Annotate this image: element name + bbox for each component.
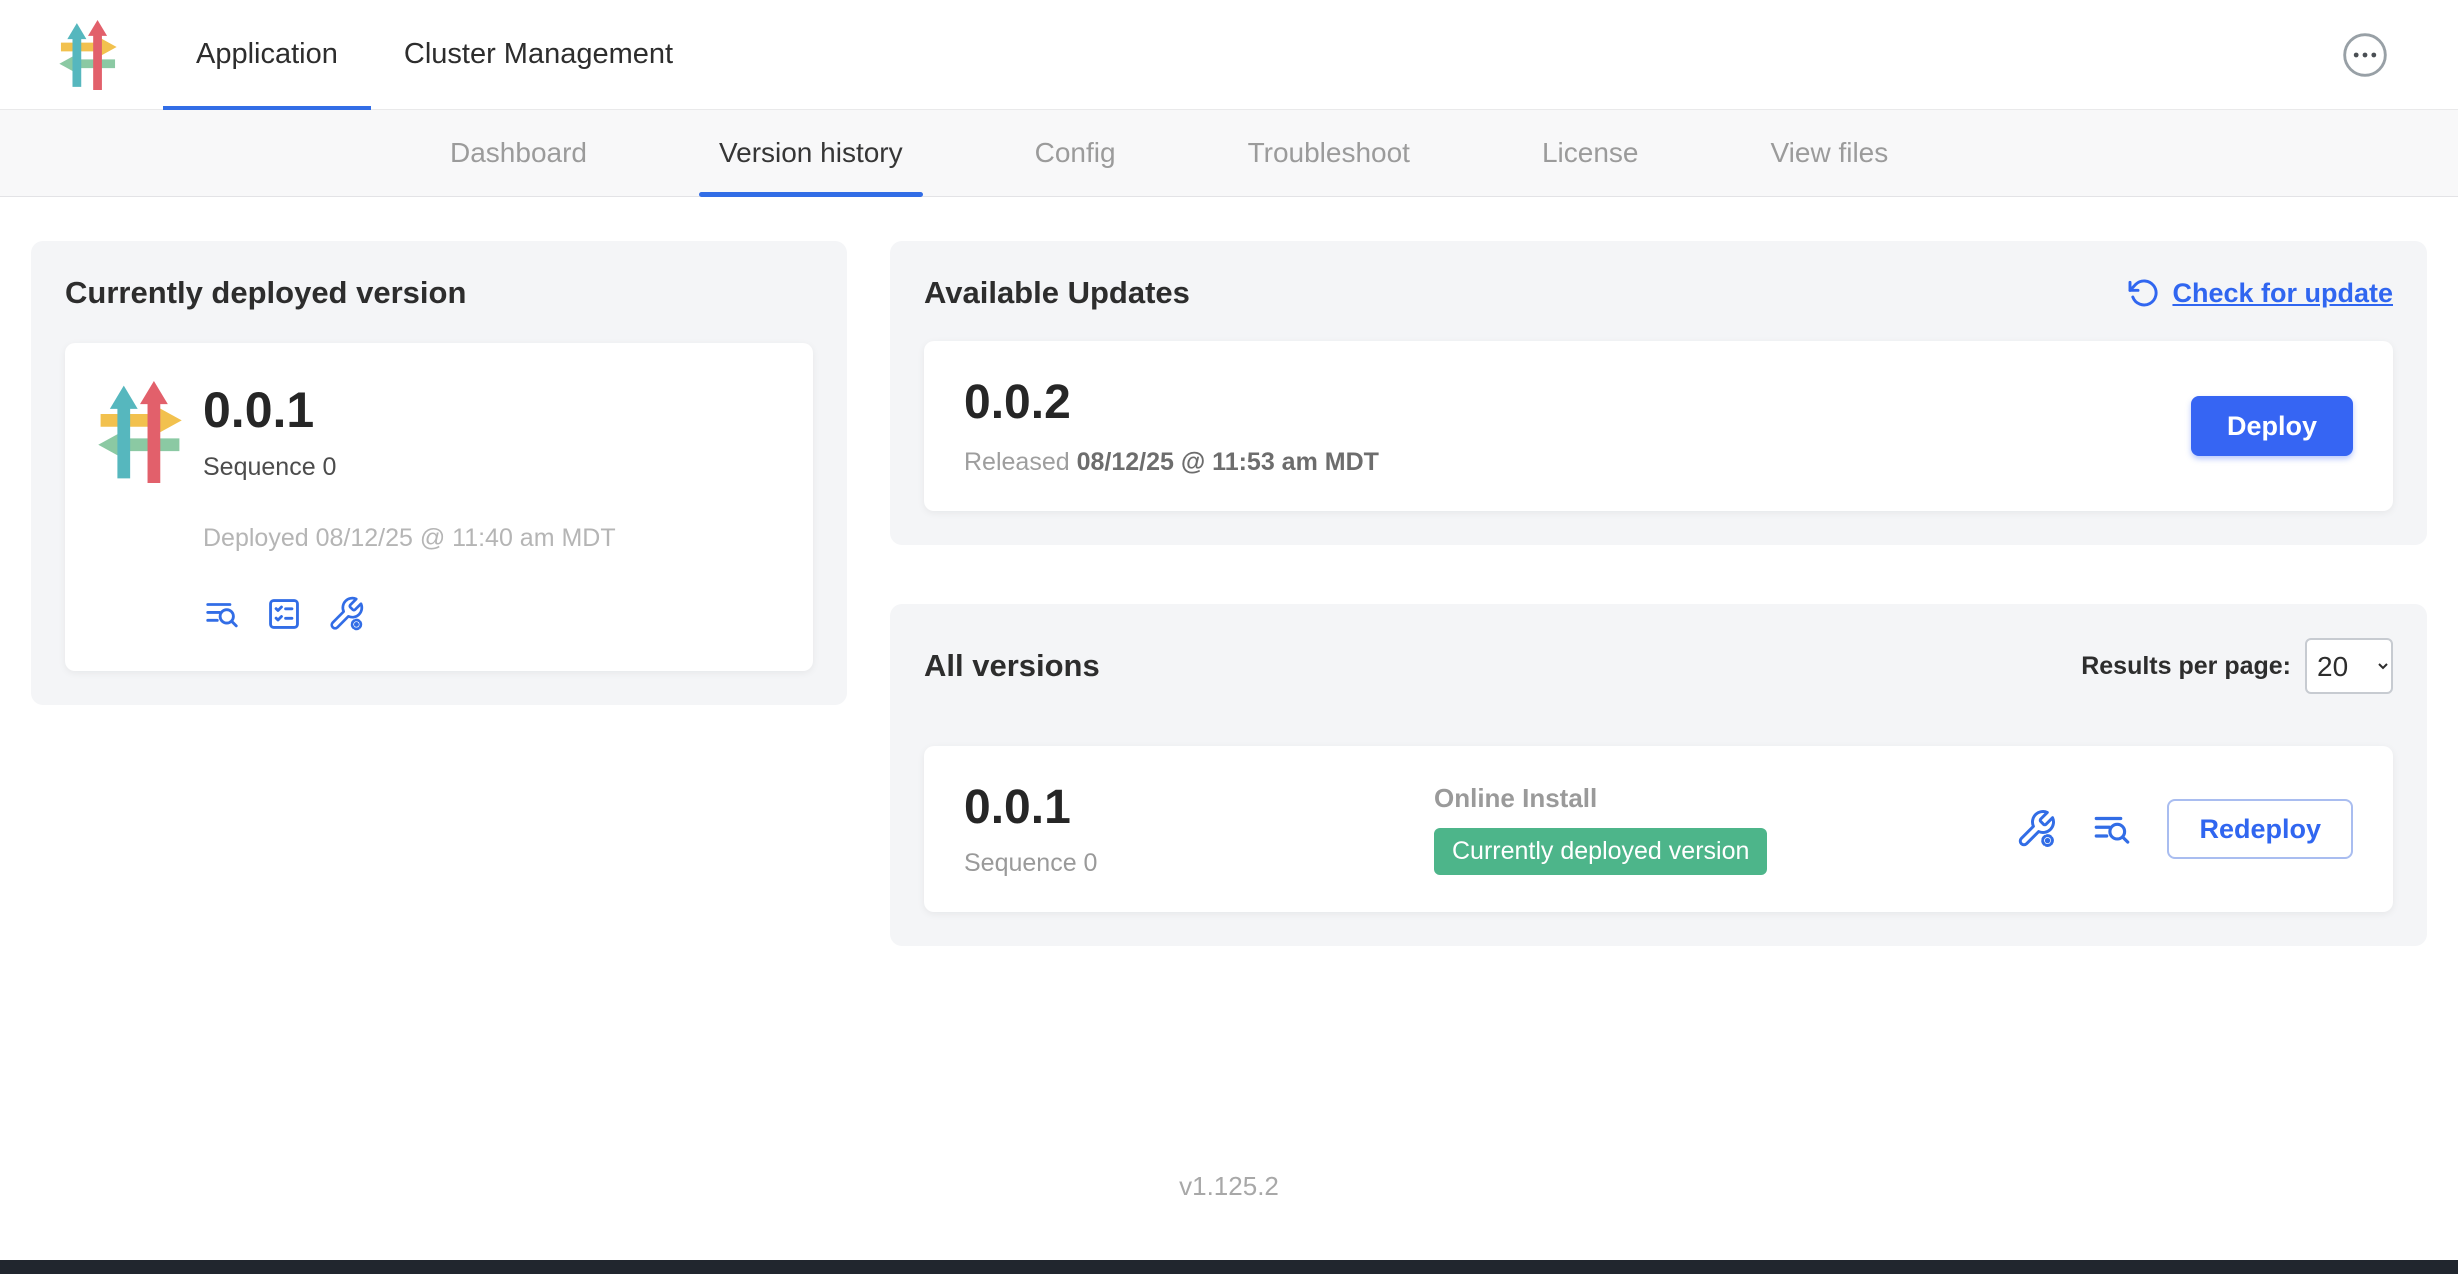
install-type-label: Online Install (1434, 783, 2015, 814)
all-versions-header: All versions Results per page: 20 (924, 638, 2393, 694)
update-details: 0.0.2 Released 08/12/25 @ 11:53 am MDT (964, 375, 1379, 477)
header-tab-cluster-management-label: Cluster Management (404, 38, 673, 71)
deployed-version-number: 0.0.1 (203, 381, 616, 439)
currently-deployed-panel: Currently deployed version 0.0.1 (31, 241, 847, 705)
subnav-tab-dashboard[interactable]: Dashboard (430, 110, 607, 196)
all-versions-title: All versions (924, 648, 1100, 684)
status-badge: Currently deployed version (1434, 828, 1767, 875)
subnav-tab-dashboard-label: Dashboard (450, 137, 587, 169)
console-version: v1.125.2 (0, 1171, 2458, 1202)
app-logo-icon (56, 20, 120, 90)
check-for-update-link[interactable]: Check for update (2128, 277, 2393, 309)
subnav-tab-config-label: Config (1035, 137, 1116, 169)
released-date: 08/12/25 @ 11:53 am MDT (1077, 448, 1379, 476)
available-updates-panel: Available Updates Check for update 0.0.2… (890, 241, 2427, 545)
subnav-tab-config[interactable]: Config (1015, 110, 1136, 196)
available-updates-title: Available Updates (924, 275, 1190, 311)
top-header: Application Cluster Management (0, 0, 2458, 110)
check-for-update-label: Check for update (2172, 278, 2393, 309)
results-per-page-label: Results per page: (2081, 652, 2291, 681)
results-per-page-select[interactable]: 20 (2305, 638, 2393, 694)
ellipsis-menu-icon[interactable] (2342, 32, 2388, 78)
update-version-number: 0.0.2 (964, 375, 1379, 430)
currently-deployed-title: Currently deployed version (65, 275, 813, 311)
subnav-tab-license-label: License (1542, 137, 1639, 169)
log-search-icon[interactable] (2091, 808, 2133, 850)
checklist-icon[interactable] (265, 595, 303, 633)
update-card: 0.0.2 Released 08/12/25 @ 11:53 am MDT D… (924, 341, 2393, 511)
header-tab-cluster-management[interactable]: Cluster Management (371, 0, 706, 110)
deploy-button[interactable]: Deploy (2191, 396, 2353, 456)
available-updates-header: Available Updates Check for update (924, 275, 2393, 311)
wrench-gear-icon[interactable] (327, 595, 365, 633)
subnav-tab-view-files[interactable]: View files (1750, 110, 1908, 196)
deployed-actions (203, 595, 616, 633)
version-row-version-block: 0.0.1 Sequence 0 (964, 780, 1434, 878)
wrench-gear-icon[interactable] (2015, 808, 2057, 850)
redeploy-button[interactable]: Redeploy (2167, 799, 2353, 859)
updates-column: Available Updates Check for update 0.0.2… (890, 241, 2427, 946)
deployed-column: Currently deployed version 0.0.1 (31, 241, 847, 705)
subnav-tab-license[interactable]: License (1522, 110, 1659, 196)
version-row-status-block: Online Install Currently deployed versio… (1434, 783, 2015, 875)
subnav-tab-troubleshoot[interactable]: Troubleshoot (1228, 110, 1430, 196)
header-tab-application[interactable]: Application (163, 0, 371, 110)
deployed-version-card: 0.0.1 Sequence 0 Deployed 08/12/25 @ 11:… (65, 343, 813, 671)
all-versions-panel: All versions Results per page: 20 0.0.1 … (890, 604, 2427, 946)
app-subnav: Dashboard Version history Config Trouble… (0, 110, 2458, 197)
deployed-version-details: 0.0.1 Sequence 0 Deployed 08/12/25 @ 11:… (203, 381, 616, 633)
deployed-sequence: Sequence 0 (203, 453, 616, 482)
refresh-icon (2128, 277, 2160, 309)
deployed-timestamp: Deployed 08/12/25 @ 11:40 am MDT (203, 524, 616, 553)
update-released-line: Released 08/12/25 @ 11:53 am MDT (964, 448, 1379, 477)
log-search-icon[interactable] (203, 595, 241, 633)
subnav-tab-version-history-label: Version history (719, 137, 903, 169)
bottom-bar (0, 1260, 2458, 1274)
subnav-tab-view-files-label: View files (1770, 137, 1888, 169)
version-row: 0.0.1 Sequence 0 Online Install Currentl… (924, 746, 2393, 912)
app-logo-icon (93, 381, 187, 483)
subnav-tab-version-history[interactable]: Version history (699, 110, 923, 196)
main-content: Currently deployed version 0.0.1 (0, 197, 2458, 946)
results-per-page: Results per page: 20 (2081, 638, 2393, 694)
version-row-number: 0.0.1 (964, 780, 1434, 835)
subnav-tab-troubleshoot-label: Troubleshoot (1248, 137, 1410, 169)
version-row-sequence: Sequence 0 (964, 849, 1434, 878)
app-window: Application Cluster Management Dashboard… (0, 0, 2458, 1274)
released-label: Released (964, 448, 1070, 476)
header-tab-application-label: Application (196, 38, 338, 71)
version-row-actions: Redeploy (2015, 799, 2353, 859)
